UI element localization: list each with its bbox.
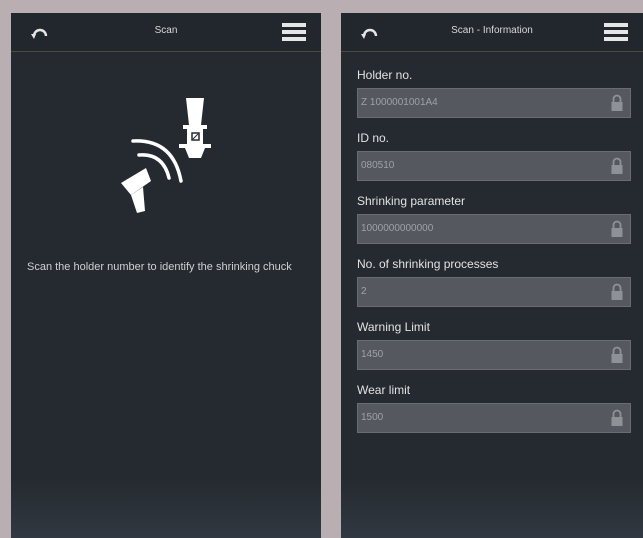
tool-holder-icon [179,98,211,158]
lock-icon [611,346,623,363]
field-value: Z 1000001001A4 [361,97,438,108]
field-label: Warning Limit [357,320,430,334]
shrinking-parameter-field[interactable]: 1000000000000 [357,214,631,244]
bottom-gradient [11,478,321,538]
id-no-field[interactable]: 080510 [357,151,631,181]
field-shrinking-parameter: Shrinking parameter 1000000000000 [357,193,631,244]
holder-no-field[interactable]: Z 1000001001A4 [357,88,631,118]
field-label: ID no. [357,131,390,145]
bottom-gradient [341,478,643,538]
scan-screen: Scan Scan the holder number to identify … [11,13,321,538]
lock-icon [611,157,623,174]
scan-information-screen: Scan - Information Holder no. Z 10000010… [341,13,643,538]
field-value: 1500 [361,412,384,423]
top-bar: Scan [11,13,321,52]
lock-icon [611,94,623,111]
field-label: Holder no. [357,68,413,82]
lock-icon [611,409,623,426]
field-warning-limit: Warning Limit 1450 [357,319,631,370]
field-value: 2 [361,286,367,297]
top-bar: Scan - Information [341,13,643,52]
barcode-scanner-icon [121,168,151,213]
lock-icon [611,220,623,237]
field-label: No. of shrinking processes [357,257,499,271]
wear-limit-field[interactable]: 1500 [357,403,631,433]
scan-illustration [101,83,231,238]
menu-button[interactable] [281,20,307,44]
menu-button[interactable] [603,20,629,44]
screen-title: Scan [154,25,178,36]
field-wear-limit: Wear limit 1500 [357,382,631,433]
menu-icon [604,23,628,41]
shrinking-processes-field[interactable]: 2 [357,277,631,307]
field-shrinking-processes: No. of shrinking processes 2 [357,256,631,307]
lock-icon [611,283,623,300]
field-value: 1450 [361,349,384,360]
field-value: 1000000000000 [361,223,434,234]
field-value: 080510 [361,160,395,171]
field-label: Wear limit [357,383,411,397]
menu-icon [282,23,306,41]
warning-limit-field[interactable]: 1450 [357,340,631,370]
field-holder-no: Holder no. Z 1000001001A4 [357,67,631,118]
scan-instruction-text: Scan the holder number to identify the s… [27,261,292,273]
screen-title: Scan - Information [451,25,533,36]
information-fields: Holder no. Z 1000001001A4 ID no. 080510 … [357,67,631,445]
field-id-no: ID no. 080510 [357,130,631,181]
field-label: Shrinking parameter [357,194,466,208]
